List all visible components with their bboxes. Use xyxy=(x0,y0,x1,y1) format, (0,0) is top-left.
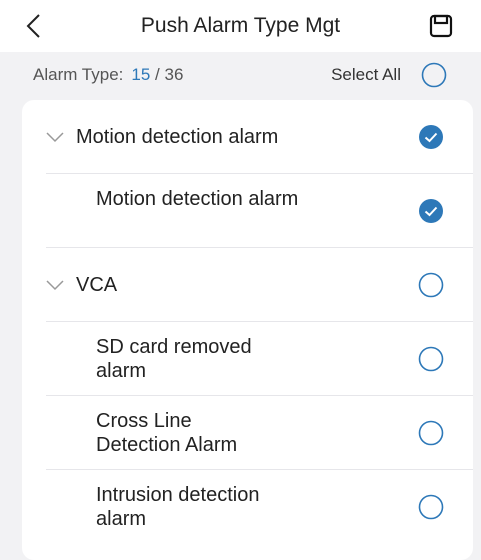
item-row-intrusion-detection[interactable]: Intrusion detection alarm xyxy=(22,470,473,544)
alarm-type-label: Alarm Type: xyxy=(33,65,124,84)
chevron-down-icon[interactable] xyxy=(44,274,66,296)
item-row-motion-detection[interactable]: Motion detection alarm xyxy=(22,174,473,248)
group-label: Motion detection alarm xyxy=(76,126,279,148)
select-all-label: Select All xyxy=(331,65,401,84)
chevron-down-icon[interactable] xyxy=(44,126,66,148)
checkbox-checked[interactable] xyxy=(418,124,444,150)
group-label: VCA xyxy=(76,274,118,296)
item-row-cross-line-detection[interactable]: Cross Line Detection Alarm xyxy=(22,396,473,470)
item-label: SD card removed alarm xyxy=(96,336,252,382)
checkbox-checked[interactable] xyxy=(418,198,444,224)
page-title: Push Alarm Type Mgt xyxy=(140,14,341,37)
item-label: Intrusion detection alarm xyxy=(96,484,260,530)
alarm-type-count: Alarm Type: 15 / 36 xyxy=(33,52,183,98)
item-label: Cross Line Detection Alarm xyxy=(96,410,238,456)
checkbox-unchecked[interactable] xyxy=(418,494,444,520)
group-row-vca[interactable]: VCA xyxy=(22,248,473,322)
group-row-motion-detection[interactable]: Motion detection alarm xyxy=(22,100,473,174)
item-label: Motion detection alarm xyxy=(96,188,299,210)
checkbox-unchecked[interactable] xyxy=(418,420,444,446)
select-all-checkbox[interactable] xyxy=(421,62,447,88)
alarm-type-summary: Alarm Type: 15 / 36 Select All xyxy=(0,52,481,98)
alarm-type-list: Motion detection alarm Motion detection … xyxy=(22,100,473,560)
checkbox-unchecked[interactable] xyxy=(418,272,444,298)
item-row-sd-card-removed[interactable]: SD card removed alarm xyxy=(22,322,473,396)
checkbox-unchecked[interactable] xyxy=(418,346,444,372)
save-button[interactable] xyxy=(423,8,459,44)
total-count: / 36 xyxy=(155,65,184,84)
save-icon xyxy=(429,14,453,38)
nav-header: Push Alarm Type Mgt xyxy=(0,0,481,52)
selected-count: 15 xyxy=(131,65,151,84)
